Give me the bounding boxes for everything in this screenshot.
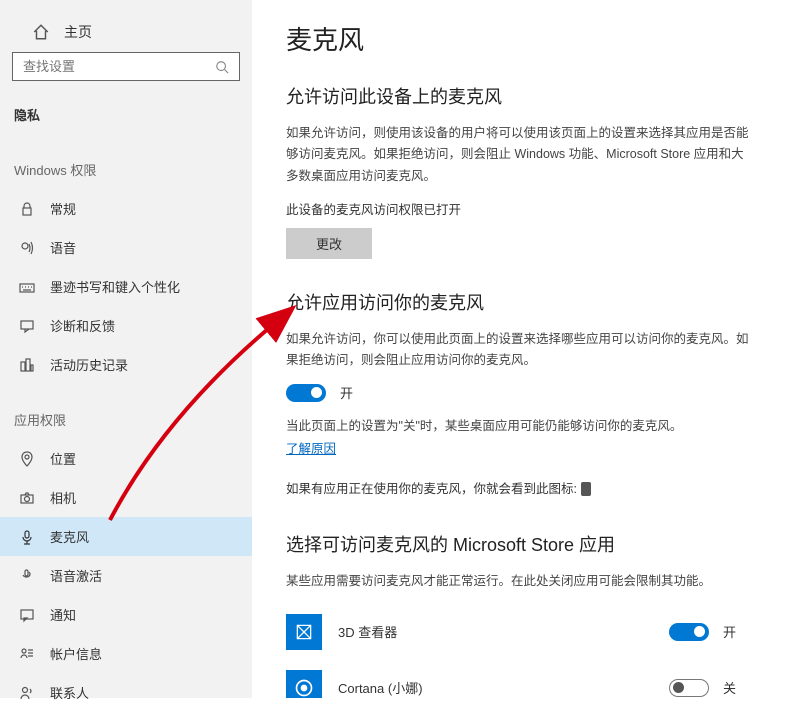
- home-button[interactable]: 主页: [0, 14, 252, 52]
- sidebar-item-contacts[interactable]: 联系人: [0, 673, 252, 712]
- app-toggle[interactable]: [669, 623, 709, 641]
- speech-icon: [18, 240, 36, 256]
- app-name: Cortana (小娜): [338, 678, 669, 697]
- sidebar-item-account-info[interactable]: 帐户信息: [0, 634, 252, 673]
- app-name: 3D 查看器: [338, 622, 669, 641]
- search-input[interactable]: [12, 52, 240, 81]
- search-field[interactable]: [23, 59, 215, 74]
- sidebar-item-label: 活动历史记录: [50, 355, 128, 374]
- location-icon: [18, 451, 36, 467]
- history-icon: [18, 357, 36, 373]
- sidebar-item-inking[interactable]: 墨迹书写和键入个性化: [0, 267, 252, 306]
- lock-icon: [18, 201, 36, 217]
- camera-icon: [18, 490, 36, 506]
- learn-why-link[interactable]: 了解原因: [286, 442, 336, 456]
- home-label: 主页: [64, 22, 92, 42]
- app-access-toggle[interactable]: [286, 384, 326, 402]
- section-device-access-title: 允许访问此设备上的麦克风: [286, 83, 751, 109]
- sidebar-item-label: 通知: [50, 605, 76, 624]
- microphone-icon: [18, 529, 36, 545]
- app-toggle-state: 关: [723, 678, 751, 697]
- section-app-access-title: 允许应用访问你的麦克风: [286, 289, 751, 315]
- section-store-apps-title: 选择可访问麦克风的 Microsoft Store 应用: [286, 531, 751, 557]
- notifications-icon: [18, 607, 36, 623]
- home-icon: [32, 23, 50, 41]
- app-icon: [286, 614, 322, 650]
- feedback-icon: [18, 318, 36, 334]
- voice-activation-icon: [18, 568, 36, 584]
- section-device-access-desc: 如果允许访问，则使用该设备的用户将可以使用该页面上的设置来选择其应用是否能够访问…: [286, 123, 751, 187]
- sidebar-item-label: 墨迹书写和键入个性化: [50, 277, 180, 296]
- contacts-icon: [18, 685, 36, 701]
- sidebar-item-label: 联系人: [50, 683, 89, 702]
- sidebar-item-voice-activation[interactable]: 语音激活: [0, 556, 252, 595]
- app-row: 3D 查看器 开: [286, 604, 751, 660]
- app-access-note: 当此页面上的设置为"关"时，某些桌面应用可能仍能够访问你的麦克风。: [286, 416, 751, 437]
- win-perm-header: Windows 权限: [0, 154, 252, 189]
- keyboard-icon: [18, 279, 36, 295]
- sidebar-item-label: 帐户信息: [50, 644, 102, 663]
- sidebar-item-label: 语音激活: [50, 566, 102, 585]
- main-content: 麦克风 允许访问此设备上的麦克风 如果允许访问，则使用该设备的用户将可以使用该页…: [252, 0, 785, 698]
- sidebar-item-label: 相机: [50, 488, 76, 507]
- app-icon: [286, 670, 322, 698]
- sidebar-item-label: 诊断和反馈: [50, 316, 115, 335]
- sidebar-item-notifications[interactable]: 通知: [0, 595, 252, 634]
- app-perm-header: 应用权限: [0, 404, 252, 439]
- section-app-access-desc: 如果允许访问，你可以使用此页面上的设置来选择哪些应用可以访问你的麦克风。如果拒绝…: [286, 329, 751, 372]
- sidebar-item-label: 位置: [50, 449, 76, 468]
- sidebar-item-diagnostics[interactable]: 诊断和反馈: [0, 306, 252, 345]
- in-use-text: 如果有应用正在使用你的麦克风，你就会看到此图标:: [286, 478, 751, 497]
- sidebar-item-label: 常规: [50, 199, 76, 218]
- sidebar-item-general[interactable]: 常规: [0, 189, 252, 228]
- section-store-apps-desc: 某些应用需要访问麦克风才能正常运行。在此处关闭应用可能会限制其功能。: [286, 571, 751, 592]
- app-toggle-state: 开: [723, 622, 751, 641]
- sidebar-item-microphone[interactable]: 麦克风: [0, 517, 252, 556]
- sidebar-item-label: 语音: [50, 238, 76, 257]
- account-icon: [18, 646, 36, 662]
- app-access-toggle-state: 开: [340, 383, 353, 402]
- sidebar-item-location[interactable]: 位置: [0, 439, 252, 478]
- page-title: 麦克风: [286, 20, 751, 57]
- sidebar-item-speech[interactable]: 语音: [0, 228, 252, 267]
- privacy-header: 隐私: [0, 99, 252, 134]
- app-row: Cortana (小娜) 关: [286, 660, 751, 698]
- mic-indicator-icon: [581, 482, 591, 496]
- device-access-status: 此设备的麦克风访问权限已打开: [286, 199, 751, 218]
- app-toggle[interactable]: [669, 679, 709, 697]
- sidebar-item-label: 麦克风: [50, 527, 89, 546]
- change-button[interactable]: 更改: [286, 228, 372, 259]
- sidebar-item-activity[interactable]: 活动历史记录: [0, 345, 252, 384]
- sidebar-item-camera[interactable]: 相机: [0, 478, 252, 517]
- search-icon: [215, 60, 229, 74]
- sidebar: 主页 隐私 Windows 权限 常规 语音 墨迹书写和键入个性化 诊断和反馈 …: [0, 0, 252, 698]
